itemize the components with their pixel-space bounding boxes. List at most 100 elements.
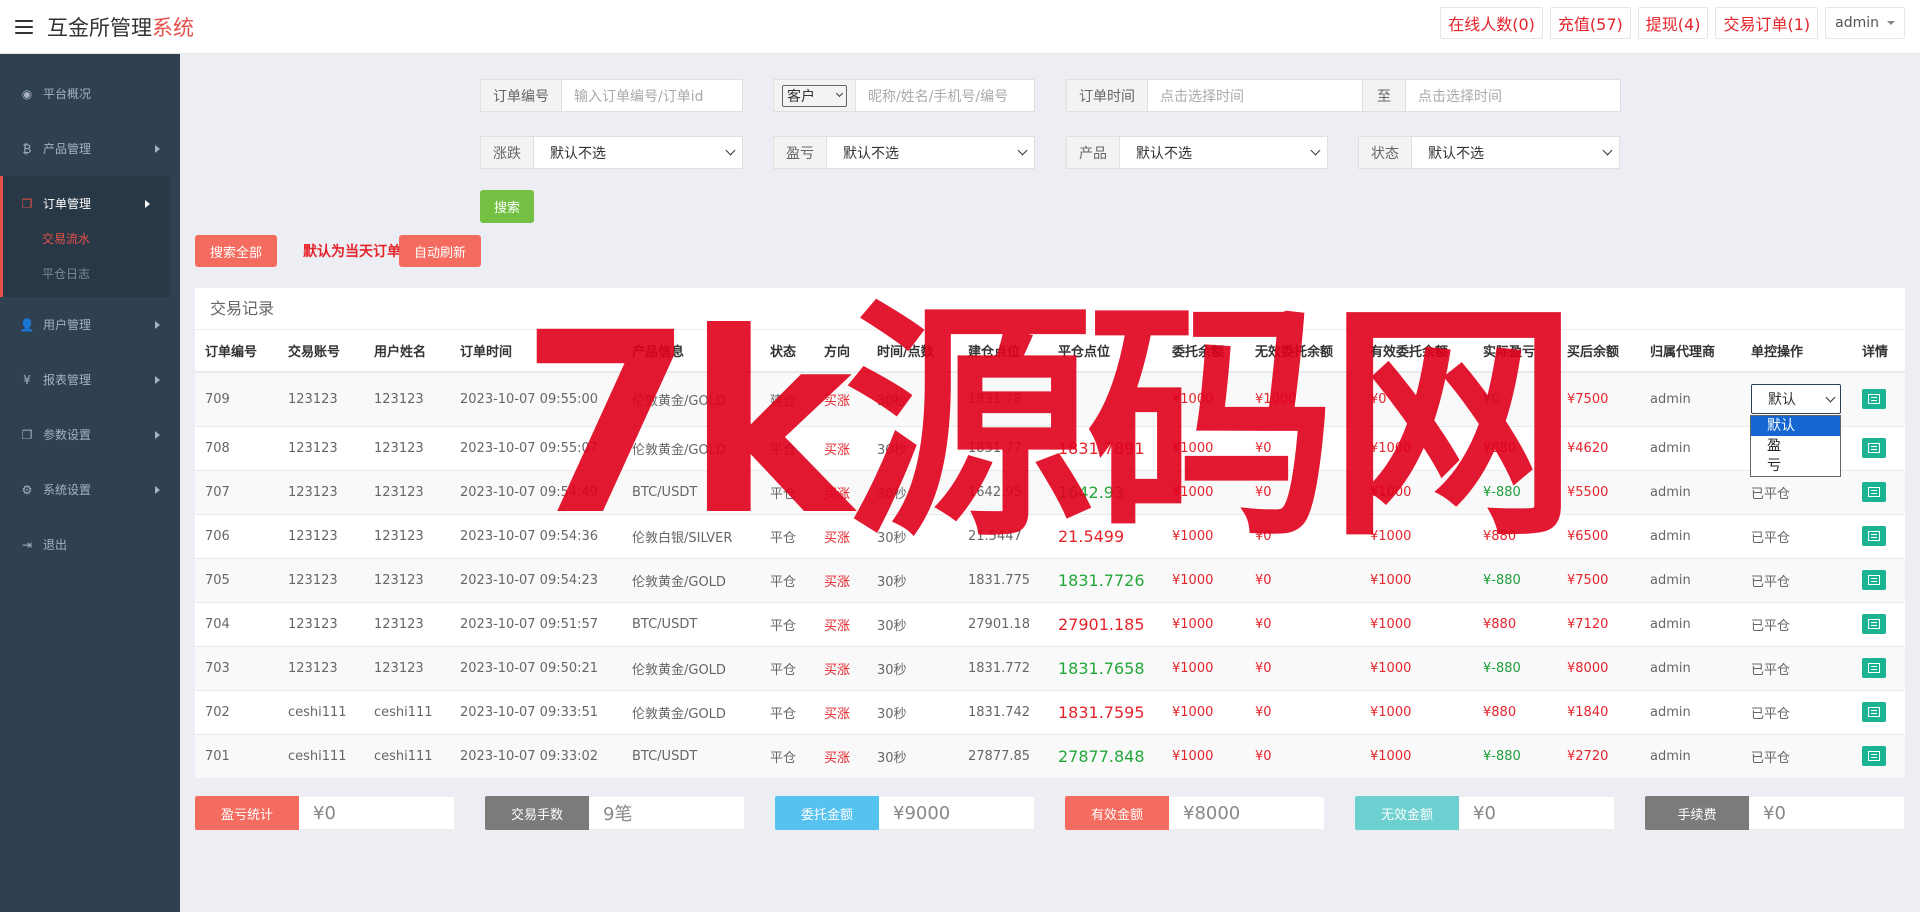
order-no-label: 订单编号 [481, 80, 562, 111]
detail-button[interactable] [1862, 482, 1886, 502]
yen-icon: ¥ [23, 372, 31, 387]
cell-status: 平仓 [760, 513, 814, 558]
chevron-right-icon [155, 430, 160, 439]
cell-open-price: 1831.742 [958, 689, 1048, 734]
cell-entrust: ¥1000 [1162, 645, 1245, 690]
cell-account: 123123 [278, 601, 364, 646]
user-menu[interactable]: admin [1825, 7, 1905, 39]
list-icon [1868, 487, 1880, 497]
profit-label: 盈亏 [774, 137, 827, 168]
rise-fall-select[interactable]: 默认不选 [534, 137, 742, 168]
control-select[interactable]: 默认 [1751, 384, 1841, 415]
product-label: 产品 [1067, 137, 1120, 168]
trade-table: 订单编号 交易账号 用户姓名 订单时间 产品信息 状态 方向 时间/点数 建仓点… [195, 330, 1905, 778]
cell-close-price: 27877.848 [1048, 733, 1162, 778]
table-row: 702 ceshi111 ceshi111 2023-10-07 09:33:51 伦敦… [195, 689, 1905, 734]
trade-orders-link[interactable]: 交易订单(1) [1715, 7, 1819, 39]
table-row: 701 ceshi111 ceshi111 2023-10-07 09:33:02 BT… [195, 733, 1905, 778]
sidebar-item-params[interactable]: ❐ 参数设置 [0, 407, 180, 462]
sidebar-item-system[interactable]: ⚙ 系统设置 [0, 462, 180, 517]
status-select[interactable]: 默认不选 [1412, 137, 1619, 168]
detail-button[interactable] [1862, 438, 1886, 458]
dropdown-option-profit[interactable]: 盈 [1751, 436, 1840, 456]
menu-toggle-icon[interactable] [15, 19, 33, 34]
cell-valid-entrust: ¥1000 [1360, 733, 1473, 778]
withdraw-link[interactable]: 提现(4) [1637, 7, 1709, 39]
detail-button[interactable] [1862, 614, 1886, 634]
panel-title: 交易记录 [195, 288, 1905, 330]
cell-balance-after: ¥7500 [1557, 371, 1640, 426]
cell-account: 123123 [278, 371, 364, 426]
time-end-input[interactable]: 点击选择时间 [1406, 80, 1620, 111]
detail-button[interactable] [1862, 746, 1886, 767]
cell-agent: admin [1640, 601, 1741, 646]
sidebar-item-orders[interactable]: ❐ 订单管理 [3, 176, 170, 231]
detail-button[interactable] [1862, 702, 1886, 722]
cell-account: 123123 [278, 557, 364, 602]
dropdown-option-default[interactable]: 默认 [1751, 416, 1840, 436]
chevron-right-icon [145, 199, 150, 208]
sidebar-item-overview[interactable]: ◉ 平台概况 [0, 66, 180, 121]
col-control: 单控操作 [1741, 330, 1852, 373]
customer-type-select[interactable]: 客户 [782, 84, 847, 107]
detail-cell [1852, 513, 1905, 558]
recharge-link[interactable]: 充值(57) [1549, 7, 1631, 39]
customer-input[interactable]: 昵称/姓名/手机号/编号 [856, 80, 1034, 111]
cell-close-price: 1831.7891 [1048, 425, 1162, 470]
sidebar-item-logout[interactable]: ⇥ 退出 [0, 517, 180, 572]
sidebar-item-reports[interactable]: ¥ 报表管理 [0, 352, 180, 407]
cell-invalid-entrust: ¥0 [1245, 689, 1360, 734]
online-users-link[interactable]: 在线人数(0) [1440, 7, 1543, 39]
sidebar-subitem-close-log[interactable]: 平仓日志 [3, 256, 170, 291]
profit-select[interactable]: 默认不选 [827, 137, 1034, 168]
cell-duration: 30秒 [867, 513, 958, 558]
copy-icon: ❐ [21, 196, 33, 211]
detail-button[interactable] [1862, 570, 1886, 590]
cell-order-time: 2023-10-07 09:55:00 [450, 371, 622, 426]
sidebar-item-users[interactable]: 👤 用户管理 [0, 297, 180, 352]
detail-button[interactable] [1862, 526, 1886, 546]
detail-cell [1852, 689, 1905, 734]
bitcoin-icon: ₿ [22, 141, 32, 156]
cell-valid-entrust: ¥0 [1360, 371, 1473, 426]
rise-fall-label: 涨跌 [481, 137, 534, 168]
col-account: 交易账号 [278, 330, 364, 373]
stat-label: 交易手数 [485, 796, 589, 830]
sidebar: ◉ 平台概况 ₿ 产品管理 ❐ 订单管理 交易流水 平仓日志 👤 用户管理 ¥ 报表管理 … [0, 54, 180, 912]
cell-order-time: 2023-10-07 09:55:07 [450, 425, 622, 470]
status-filter: 状态 默认不选 [1358, 136, 1620, 169]
stat-value: ¥0 [1749, 796, 1905, 830]
cell-agent: admin [1640, 645, 1741, 690]
cell-close-price: 1642.93 [1048, 469, 1162, 514]
cell-entrust: ¥1000 [1162, 469, 1245, 514]
col-order-time: 订单时间 [450, 330, 622, 373]
cell-pnl: ¥-880 [1473, 557, 1557, 602]
stat-label: 无效金额 [1355, 796, 1459, 830]
cell-product: 伦敦黄金/GOLD [622, 645, 760, 690]
cell-invalid-entrust: ¥0 [1245, 469, 1360, 514]
dropdown-option-loss[interactable]: 亏 [1751, 456, 1840, 476]
product-select[interactable]: 默认不选 [1120, 137, 1327, 168]
col-balance-after: 买后余额 [1557, 330, 1640, 373]
col-agent: 归属代理商 [1640, 330, 1741, 373]
cell-open-price: 1642.95 [958, 469, 1048, 514]
cell-invalid-entrust: ¥0 [1245, 733, 1360, 778]
list-icon [1868, 663, 1880, 673]
cell-duration: 30秒 [867, 371, 958, 426]
search-button[interactable]: 搜索 [480, 190, 534, 223]
time-start-input[interactable]: 点击选择时间 [1148, 80, 1362, 111]
chevron-right-icon [155, 320, 160, 329]
auto-refresh-button[interactable]: 自动刷新 [399, 235, 481, 267]
order-no-input[interactable]: 输入订单编号/订单id [562, 80, 742, 111]
brand-title: 互金所管理系统 [47, 15, 194, 40]
detail-button[interactable] [1862, 389, 1886, 410]
default-today-notice: 默认为当天订单 [303, 244, 401, 260]
col-username: 用户姓名 [364, 330, 450, 373]
table-header-row: 订单编号 交易账号 用户姓名 订单时间 产品信息 状态 方向 时间/点数 建仓点… [195, 330, 1905, 373]
sidebar-item-products[interactable]: ₿ 产品管理 [0, 121, 180, 176]
cell-balance-after: ¥7120 [1557, 601, 1640, 646]
detail-button[interactable] [1862, 658, 1886, 678]
cell-invalid-entrust: ¥0 [1245, 601, 1360, 646]
chevron-right-icon [155, 144, 160, 153]
search-all-button[interactable]: 搜索全部 [195, 235, 277, 267]
